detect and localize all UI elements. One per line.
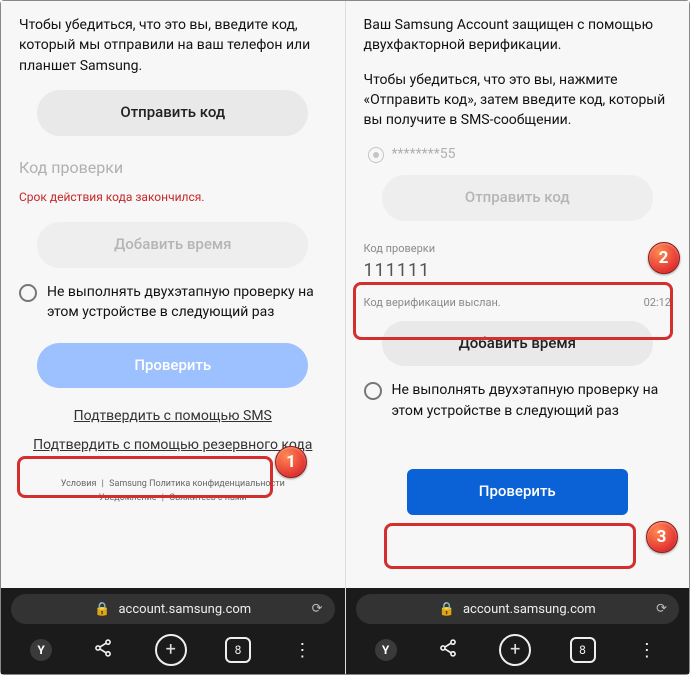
code-sent-status: Код верификации выслан. xyxy=(364,295,501,311)
code-value: 111111 xyxy=(364,256,672,290)
skip-2fa-label: Не выполнять двухэтапную проверку на это… xyxy=(47,282,327,323)
refresh-icon[interactable]: ⟳ xyxy=(312,602,323,617)
confirm-sms-link[interactable]: Подтвердить с помощью SMS xyxy=(74,406,272,426)
intro-text: Чтобы убедиться, что это вы, введите код… xyxy=(19,15,327,76)
share-icon[interactable] xyxy=(90,638,116,663)
radio-selected-icon xyxy=(368,147,384,163)
code-timer: 02:12 xyxy=(644,295,671,311)
url-text: account.samsung.com xyxy=(463,602,596,617)
url-text: account.samsung.com xyxy=(118,602,251,617)
new-tab-icon[interactable]: + xyxy=(499,634,531,666)
intro-text-1: Ваш Samsung Account защищен с помощью дв… xyxy=(364,15,672,56)
footer-contact[interactable]: Свяжитесь с нами xyxy=(169,493,247,503)
browser-chrome: 🔒 account.samsung.com ⟳ Y + 8 ⋮ xyxy=(346,588,690,674)
radio-icon xyxy=(364,382,382,400)
share-icon[interactable] xyxy=(435,638,461,663)
tab-count[interactable]: 8 xyxy=(225,637,251,663)
footer-links: Условия | Samsung Политика конфиденциаль… xyxy=(19,477,327,506)
url-bar[interactable]: 🔒 account.samsung.com ⟳ xyxy=(11,594,335,624)
lock-icon: 🔒 xyxy=(94,602,110,617)
new-tab-icon[interactable]: + xyxy=(155,634,187,666)
code-input-empty[interactable]: Код проверки xyxy=(19,150,327,183)
annotation-badge-3: 3 xyxy=(646,521,678,553)
send-code-button[interactable]: Отправить код xyxy=(37,90,308,136)
add-time-button[interactable]: Добавить время xyxy=(382,321,653,367)
tab-count[interactable]: 8 xyxy=(570,637,596,663)
lock-icon: 🔒 xyxy=(439,602,455,617)
radio-icon xyxy=(19,284,37,302)
footer-privacy[interactable]: Samsung Политика конфиденциальности xyxy=(109,479,285,489)
skip-2fa-option[interactable]: Не выполнять двухэтапную проверку на это… xyxy=(364,380,672,421)
footer-terms[interactable]: Условия xyxy=(61,479,97,489)
send-code-button[interactable]: Отправить код xyxy=(382,175,653,221)
refresh-icon[interactable]: ⟳ xyxy=(656,602,667,617)
add-time-button[interactable]: Добавить время xyxy=(37,222,308,268)
skip-2fa-option[interactable]: Не выполнять двухэтапную проверку на это… xyxy=(19,282,327,323)
menu-icon[interactable]: ⋮ xyxy=(634,640,660,661)
intro-text-2: Чтобы убедиться, что это вы, нажмите «От… xyxy=(364,70,672,131)
confirm-backup-link[interactable]: Подтвердить с помощью резервного кода xyxy=(33,435,312,455)
browser-chrome: 🔒 account.samsung.com ⟳ Y + 8 ⋮ xyxy=(1,588,345,674)
verify-button[interactable]: Проверить xyxy=(37,343,308,389)
yandex-logo-icon[interactable]: Y xyxy=(375,639,397,661)
verify-button[interactable]: Проверить xyxy=(407,469,628,515)
yandex-logo-icon[interactable]: Y xyxy=(30,639,52,661)
code-label: Код проверки xyxy=(364,241,672,257)
left-screen: Чтобы убедиться, что это вы, введите код… xyxy=(1,1,345,674)
annotation-box-3 xyxy=(384,523,636,569)
code-placeholder: Код проверки xyxy=(19,150,327,183)
footer-notice[interactable]: Уведомление xyxy=(99,493,157,503)
url-bar[interactable]: 🔒 account.samsung.com ⟳ xyxy=(356,594,680,624)
code-error: Срок действия кода закончился. xyxy=(19,187,327,212)
phone-masked-row[interactable]: ********55 xyxy=(368,144,672,164)
skip-2fa-label: Не выполнять двухэтапную проверку на это… xyxy=(392,380,672,421)
masked-phone: ********55 xyxy=(392,144,456,164)
code-input-filled[interactable]: Код проверки 111111 xyxy=(364,241,672,291)
right-screen: Ваш Samsung Account защищен с помощью дв… xyxy=(345,1,690,674)
menu-icon[interactable]: ⋮ xyxy=(289,640,315,661)
